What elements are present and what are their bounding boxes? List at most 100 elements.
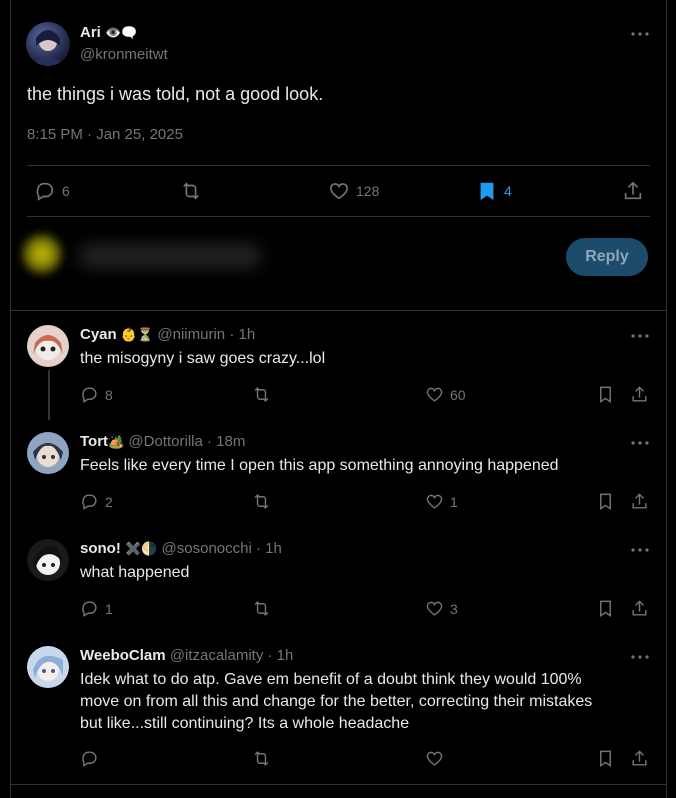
reply-name-emoji: 👶⏳: [120, 327, 154, 342]
more-options-icon[interactable]: [628, 538, 652, 562]
share-action[interactable]: [622, 180, 644, 202]
reply-button[interactable]: Reply: [566, 238, 648, 276]
current-user-avatar-blurred: [20, 232, 64, 276]
reply-text: the misogyny i saw goes crazy...lol: [80, 350, 326, 367]
like-count: 60: [450, 386, 466, 403]
reply-avatar[interactable]: [27, 325, 69, 367]
more-options-icon[interactable]: [628, 324, 652, 348]
more-options-icon[interactable]: [628, 645, 652, 669]
reply-action[interactable]: [80, 749, 99, 768]
post-timestamp[interactable]: 8:15 PM · Jan 25, 2025: [27, 126, 183, 143]
share-action[interactable]: [630, 385, 649, 404]
reply-avatar[interactable]: [27, 539, 69, 581]
reply-count: 2: [105, 493, 113, 510]
repost-action[interactable]: [252, 749, 271, 768]
reply-display-name[interactable]: WeeboClam: [80, 647, 166, 664]
reply-action[interactable]: 8: [80, 385, 113, 404]
reply-action[interactable]: 6: [34, 180, 70, 202]
share-action[interactable]: [630, 599, 649, 618]
more-options-icon[interactable]: [628, 22, 652, 46]
repost-action[interactable]: [252, 385, 271, 404]
reply-icon: [80, 599, 99, 618]
heart-icon: [328, 180, 350, 202]
share-icon: [630, 749, 649, 768]
bookmark-action[interactable]: [596, 749, 615, 768]
heart-icon: [425, 599, 444, 618]
reply-time[interactable]: · 1h: [268, 647, 294, 664]
reply-time[interactable]: · 1h: [229, 326, 255, 343]
share-icon: [622, 180, 644, 202]
reply-text-line: Idek what to do atp. Gave em benefit of …: [80, 671, 582, 688]
reply-icon: [34, 180, 56, 202]
bookmark-count: 4: [504, 183, 512, 199]
repost-action[interactable]: [252, 492, 271, 511]
reply-action[interactable]: 2: [80, 492, 113, 511]
bookmark-action[interactable]: [596, 599, 615, 618]
like-action[interactable]: 128: [328, 180, 379, 202]
reply-avatar[interactable]: [27, 432, 69, 474]
reply-name-emoji: ✖️🌗: [125, 541, 158, 556]
bookmark-action[interactable]: 4: [476, 180, 512, 202]
more-options-icon[interactable]: [628, 431, 652, 455]
like-action[interactable]: [425, 749, 444, 768]
reply-time[interactable]: · 1h: [256, 540, 282, 557]
reply-text: Feels like every time I open this app so…: [80, 457, 559, 474]
reply-avatar[interactable]: [27, 646, 69, 688]
reply-icon: [80, 749, 99, 768]
repost-icon: [252, 599, 271, 618]
reply-action[interactable]: 1: [80, 599, 113, 618]
like-count: 1: [450, 493, 458, 510]
repost-icon: [252, 492, 271, 511]
heart-icon: [425, 492, 444, 511]
share-action[interactable]: [630, 492, 649, 511]
author-name-emoji: 👁️🗨️: [105, 25, 138, 40]
thread-line: [48, 370, 50, 420]
share-icon: [630, 492, 649, 511]
repost-icon: [180, 180, 202, 202]
heart-icon: [425, 385, 444, 404]
reply-name-emoji: 🏕️: [108, 434, 125, 449]
reply-count: 8: [105, 386, 113, 403]
reply-display-name[interactable]: Cyan: [80, 326, 117, 343]
author-handle[interactable]: @kronmeitwt: [80, 46, 168, 63]
reply-header: Cyan 👶⏳ @niimurin · 1h: [80, 326, 255, 343]
reply-handle[interactable]: @itzacalamity: [170, 647, 264, 664]
reply-header: sono! ✖️🌗 @sosonocchi · 1h: [80, 540, 282, 557]
author-avatar[interactable]: [26, 22, 70, 66]
reply-count: 6: [62, 183, 70, 199]
share-action[interactable]: [630, 749, 649, 768]
repost-action[interactable]: [252, 599, 271, 618]
author-display-name[interactable]: Ari: [80, 24, 101, 41]
author-name-row[interactable]: Ari 👁️🗨️: [80, 24, 137, 41]
repost-icon: [252, 385, 271, 404]
divider: [10, 310, 667, 311]
bookmark-icon: [596, 385, 615, 404]
like-count: 3: [450, 600, 458, 617]
reply-display-name[interactable]: Tort: [80, 433, 108, 450]
heart-icon: [425, 749, 444, 768]
bookmark-filled-icon: [476, 180, 498, 202]
like-action[interactable]: 60: [425, 385, 466, 404]
reply-icon: [80, 385, 99, 404]
divider: [27, 165, 650, 166]
bookmark-action[interactable]: [596, 492, 615, 511]
reply-display-name[interactable]: sono!: [80, 540, 121, 557]
reply-handle[interactable]: @Dottorilla: [128, 433, 202, 450]
like-action[interactable]: 1: [425, 492, 458, 511]
reply-header: WeeboClam @itzacalamity · 1h: [80, 647, 293, 664]
reply-text: what happened: [80, 564, 190, 581]
reply-count: 1: [105, 600, 113, 617]
reply-icon: [80, 492, 99, 511]
post-text: the things i was told, not a good look.: [27, 84, 324, 104]
compose-placeholder-blurred[interactable]: [80, 244, 260, 268]
like-count: 128: [356, 183, 380, 199]
reply-time[interactable]: · 18m: [207, 433, 245, 450]
repost-action[interactable]: [180, 180, 202, 202]
bookmark-action[interactable]: [596, 385, 615, 404]
reply-handle[interactable]: @sosonocchi: [162, 540, 252, 557]
like-action[interactable]: 3: [425, 599, 458, 618]
repost-icon: [252, 749, 271, 768]
divider: [10, 784, 667, 785]
reply-handle[interactable]: @niimurin: [157, 326, 225, 343]
share-icon: [630, 599, 649, 618]
